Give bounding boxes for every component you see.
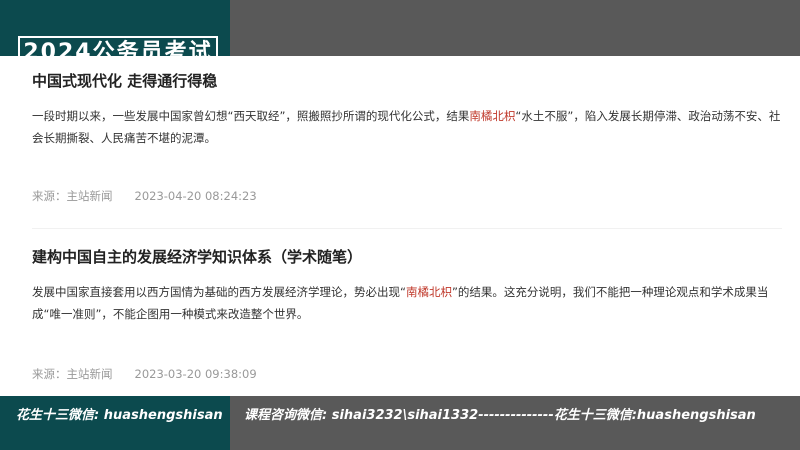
article-timestamp: 2023-03-20 09:38:09 xyxy=(134,367,257,381)
footer-wechat-left: 花生十三微信: huashengshisan xyxy=(16,408,223,423)
article-title[interactable]: 中国式现代化 走得通行得稳 xyxy=(32,70,782,92)
article-source: 来源：主站新闻 xyxy=(32,189,113,203)
article-title[interactable]: 建构中国自主的发展经济学知识体系（学术随笔） xyxy=(32,246,782,268)
news-article: 建构中国自主的发展经济学知识体系（学术随笔） 发展中国家直接套用以西方国情为基础… xyxy=(32,246,782,383)
article-summary: 发展中国家直接套用以西方国情为基础的西方发展经济学理论，势必出现“南橘北枳”的结… xyxy=(32,281,782,325)
article-divider xyxy=(32,228,782,229)
article-source: 来源：主站新闻 xyxy=(32,367,113,381)
highlighted-term: 南橘北枳 xyxy=(405,285,452,299)
article-timestamp: 2023-04-20 08:24:23 xyxy=(134,189,257,203)
article-meta: 来源：主站新闻 2023-03-20 09:38:09 xyxy=(32,365,782,383)
summary-text: 发展中国家直接套用以西方国情为基础的西方发展经济学理论，势必出现“ xyxy=(32,285,406,299)
highlighted-term: 南橘北枳 xyxy=(469,109,516,123)
footer-wechat-right: 课程咨询微信: sihai3232\sihai1332-------------… xyxy=(244,408,756,423)
summary-text: 一段时期以来，一些发展中国家曾幻想“西天取经”，照搬照抄所谓的现代化公式，结果 xyxy=(32,109,470,123)
news-card: 中国式现代化 走得通行得稳 一段时期以来，一些发展中国家曾幻想“西天取经”，照搬… xyxy=(0,56,800,396)
article-meta: 来源：主站新闻 2023-04-20 08:24:23 xyxy=(32,187,782,205)
article-summary: 一段时期以来，一些发展中国家曾幻想“西天取经”，照搬照抄所谓的现代化公式，结果南… xyxy=(32,105,782,149)
news-article: 中国式现代化 走得通行得稳 一段时期以来，一些发展中国家曾幻想“西天取经”，照搬… xyxy=(32,70,782,205)
